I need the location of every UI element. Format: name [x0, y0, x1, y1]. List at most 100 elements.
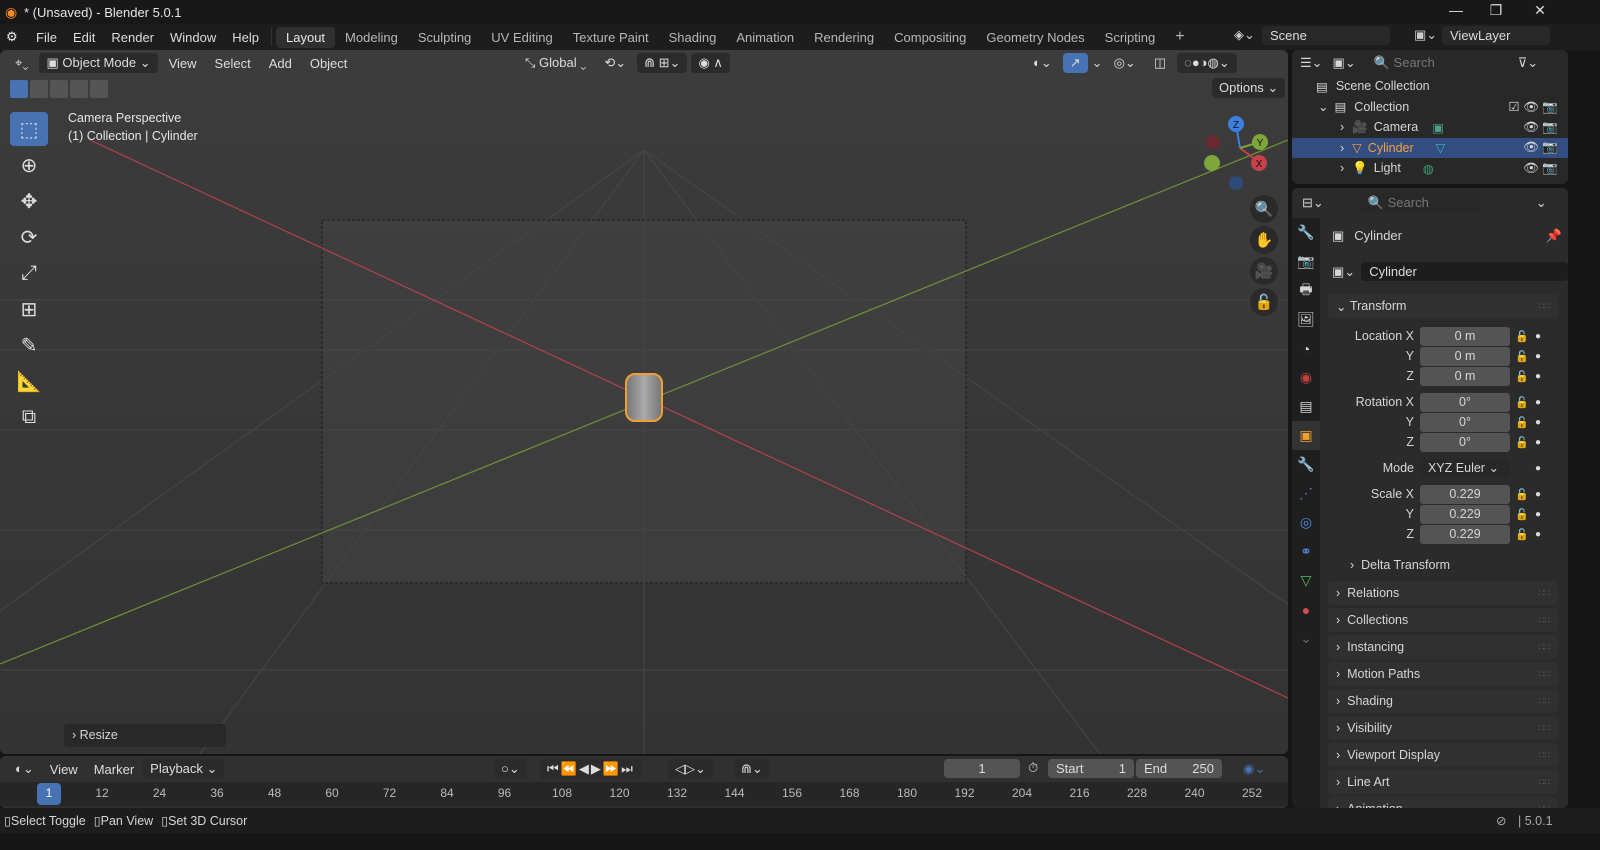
keyframe-dot-icon[interactable]: ●	[1531, 489, 1545, 500]
pan-hand-icon[interactable]: ✋	[1250, 226, 1278, 254]
panel-motion-paths[interactable]: › Motion Paths ∷∷	[1328, 662, 1558, 686]
editor-type-button[interactable]: ⌖⌄	[8, 53, 35, 73]
pin-icon[interactable]: 📌	[1546, 228, 1562, 244]
more-tabs-icon[interactable]: ⌄	[1292, 624, 1320, 653]
location-z-field[interactable]: 0 m	[1420, 366, 1510, 386]
lock-icon[interactable]: 🔓	[1513, 528, 1531, 541]
tab-animation[interactable]: Animation	[726, 27, 804, 48]
panel-animation[interactable]: › Animation∷∷	[1328, 797, 1558, 808]
annotate-tool-icon[interactable]: ✎	[10, 328, 48, 362]
lock-icon[interactable]: 🔓	[1513, 416, 1531, 429]
data-tab-icon[interactable]: ▽	[1292, 566, 1320, 595]
mode-dropdown[interactable]: ▣ Object Mode ⌄	[39, 53, 158, 73]
menu-render[interactable]: Render	[103, 30, 162, 45]
drag-handle-icon[interactable]: ∷∷	[1539, 777, 1550, 788]
options-dropdown[interactable]: Options ⌄	[1212, 78, 1286, 98]
cylinder-object[interactable]	[625, 373, 663, 422]
scene-field[interactable]: Scene	[1262, 26, 1390, 45]
playback-dropdown[interactable]: Playback ⌄	[143, 759, 225, 779]
timeline[interactable]: ◐⌄ View Marker Playback ⌄ ○⌄ ⏮⏪◀▶⏩⏭ ◁▷⌄ …	[0, 756, 1288, 808]
scene-icon[interactable]: ◈⌄	[1234, 27, 1255, 43]
close-button[interactable]: ✕	[1520, 2, 1560, 22]
blender-menu-icon[interactable]: ⚙	[6, 29, 28, 45]
menu-select[interactable]: Select	[208, 54, 258, 73]
mesh-data-icon[interactable]: ▽	[1436, 140, 1446, 155]
lock-icon[interactable]: 🔓	[1513, 488, 1531, 501]
tab-shading[interactable]: Shading	[659, 27, 727, 48]
drag-handle-icon[interactable]: ∷∷	[1539, 588, 1550, 599]
menu-help[interactable]: Help	[224, 30, 267, 45]
lock-icon[interactable]: 🔓	[1513, 350, 1531, 363]
lock-icon[interactable]: 🔓	[1513, 370, 1531, 383]
expand-icon[interactable]: ›	[1340, 161, 1344, 175]
orientation-dropdown[interactable]: ⤡ Global ⌄	[518, 53, 593, 73]
select-invert-icon[interactable]	[70, 80, 88, 98]
lock-icon[interactable]: 🔓	[1513, 396, 1531, 409]
scale-x-field[interactable]: 0.229	[1420, 484, 1510, 504]
rotate-tool-icon[interactable]: ⟳	[10, 220, 48, 254]
maximize-button[interactable]: ❐	[1476, 2, 1516, 22]
view-layer-icon[interactable]: ▣⌄	[1414, 27, 1437, 43]
overlay-toggle-icon[interactable]: ◎⌄	[1107, 53, 1143, 73]
keyframe-jump-controls[interactable]: ◁▷⌄	[668, 759, 713, 779]
panel-viewport-display[interactable]: › Viewport Display ∷∷	[1328, 743, 1558, 767]
panel-instancing[interactable]: › Instancing ∷∷	[1328, 635, 1558, 659]
keyframe-dot-icon[interactable]: ●	[1531, 351, 1545, 362]
constraints-tab-icon[interactable]: ⚭	[1292, 537, 1320, 566]
visibility-controls[interactable]: ☑ 👁 📷	[1508, 99, 1558, 115]
panel-shading[interactable]: › Shading ∷∷	[1328, 689, 1558, 713]
object-tab-icon[interactable]: ▣	[1292, 421, 1320, 450]
material-tab-icon[interactable]: ●	[1292, 595, 1320, 624]
tab-geometry-nodes[interactable]: Geometry Nodes	[976, 27, 1094, 48]
physics-tab-icon[interactable]: ◎	[1292, 508, 1320, 537]
zoom-icon[interactable]: 🔍	[1250, 195, 1278, 223]
xray-icon[interactable]: ◫	[1147, 53, 1173, 73]
keyframe-dot-icon[interactable]: ●	[1531, 417, 1545, 428]
scene-collection-row[interactable]: ▤ Scene Collection	[1292, 76, 1568, 97]
collection-tab-icon[interactable]: ▤	[1292, 392, 1320, 421]
menu-file[interactable]: File	[28, 30, 65, 45]
drag-handle-icon[interactable]: ∷∷	[1539, 750, 1550, 761]
tab-texture-paint[interactable]: Texture Paint	[563, 27, 659, 48]
add-cube-tool-icon[interactable]: ⧉	[10, 400, 48, 434]
measure-tool-icon[interactable]: 📐	[10, 364, 48, 398]
panel-line-art[interactable]: › Line Art ∷∷	[1328, 770, 1558, 794]
camera-data-icon[interactable]: ▣	[1432, 120, 1444, 135]
snap-timeline-icon[interactable]: ⋒⌄	[734, 759, 770, 779]
scene-tab-icon[interactable]: ◔	[1292, 334, 1320, 363]
location-y-field[interactable]: 0 m	[1420, 346, 1510, 366]
timeline-menu-view[interactable]: View	[43, 760, 85, 779]
minimize-button[interactable]: —	[1436, 2, 1476, 22]
frame-ruler[interactable]	[0, 782, 1288, 806]
rotation-z-field[interactable]: 0°	[1420, 432, 1510, 452]
view-layer-tab-icon[interactable]: 🖼	[1292, 305, 1320, 334]
select-intersect-icon[interactable]	[90, 80, 108, 98]
light-data-icon[interactable]: ◍	[1423, 161, 1434, 176]
playback-controls[interactable]: ⏮⏪◀▶⏩⏭	[540, 759, 642, 779]
keyframe-dot-icon[interactable]: ●	[1531, 371, 1545, 382]
tab-compositing[interactable]: Compositing	[884, 27, 976, 48]
location-x-field[interactable]: 0 m	[1420, 326, 1510, 346]
panel-visibility[interactable]: › Visibility ∷∷	[1328, 716, 1558, 740]
rotation-y-field[interactable]: 0°	[1420, 412, 1510, 432]
outliner-search[interactable]: 🔍 Search	[1365, 53, 1486, 73]
drag-handle-icon[interactable]: ∷∷	[1539, 642, 1550, 653]
outliner-item-light[interactable]: › 💡 Light ◍ 👁 📷	[1292, 158, 1568, 179]
scale-z-field[interactable]: 0.229	[1420, 524, 1510, 544]
select-box-tool-icon[interactable]: ⬚	[10, 112, 48, 146]
menu-edit[interactable]: Edit	[65, 30, 103, 45]
modifier-tab-icon[interactable]: 🔧	[1292, 450, 1320, 479]
visibility-icon[interactable]: ◐⌄	[1026, 53, 1059, 73]
scale-y-field[interactable]: 0.229	[1420, 504, 1510, 524]
keyframe-dot-icon[interactable]: ●	[1531, 397, 1545, 408]
transform-tool-icon[interactable]: ⊞	[10, 292, 48, 326]
menu-add[interactable]: Add	[262, 54, 299, 73]
tab-sculpting[interactable]: Sculpting	[408, 27, 481, 48]
delta-transform-subpanel[interactable]: › Delta Transform	[1350, 558, 1450, 572]
tool-tab-icon[interactable]: 🔧	[1292, 218, 1320, 247]
start-frame-field[interactable]: Start 1	[1048, 759, 1134, 778]
scale-tool-icon[interactable]: ⤢	[10, 256, 48, 290]
gizmo-toggle-icon[interactable]: ↗	[1062, 53, 1088, 73]
lock-icon[interactable]: 🔓	[1513, 436, 1531, 449]
transform-panel-header[interactable]: ⌄ Transform ∷∷	[1328, 294, 1558, 318]
